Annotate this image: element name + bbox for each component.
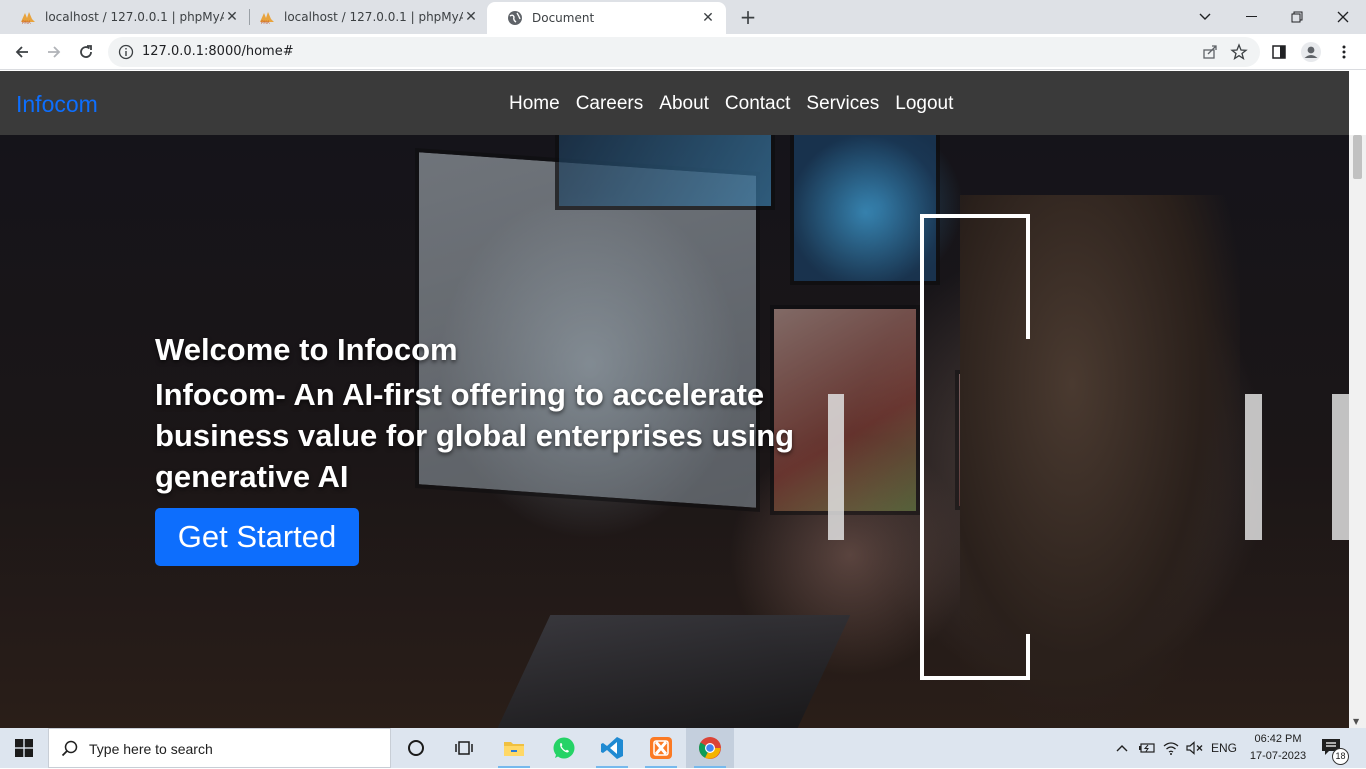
chevron-up-icon (1116, 745, 1128, 752)
arrow-left-icon (15, 46, 28, 58)
svg-text:PMA: PMA (261, 20, 270, 25)
tab-search-button[interactable] (1182, 0, 1228, 34)
site-navbar: Infocom Home Careers About Contact Servi… (0, 71, 1349, 135)
network-button[interactable] (1160, 728, 1182, 768)
brand-logo[interactable]: Infocom (16, 71, 98, 137)
windows-logo-icon (15, 739, 33, 757)
chevron-down-icon (1199, 13, 1211, 20)
keyboard (489, 615, 851, 728)
nav-link-home[interactable]: Home (509, 71, 560, 137)
profile-avatar-icon (1301, 42, 1321, 62)
url-text[interactable]: 127.0.0.1:8000/home# (142, 37, 294, 67)
arrow-right-icon (48, 46, 61, 58)
taskbar-clock[interactable]: 06:42 PM 17-07-2023 (1240, 731, 1316, 765)
forward-button[interactable] (40, 38, 68, 66)
task-view-icon (455, 741, 473, 755)
side-panel-button[interactable] (1267, 40, 1291, 64)
clock-time: 06:42 PM (1254, 733, 1302, 745)
globe-icon (508, 11, 522, 25)
get-started-button[interactable]: Get Started (155, 508, 359, 566)
scrollbar-thumb[interactable] (1353, 135, 1362, 179)
minimize-button[interactable] (1228, 0, 1274, 34)
search-icon (61, 740, 78, 757)
tab-title: localhost / 127.0.0.1 | phpMyAdmin (284, 10, 463, 24)
back-button[interactable] (8, 38, 36, 66)
close-tab-icon[interactable]: ✕ (700, 10, 716, 26)
close-window-button[interactable] (1320, 0, 1366, 34)
hero-welcome-heading: Welcome to Infocom (155, 332, 458, 367)
show-hidden-icons-button[interactable] (1112, 728, 1132, 768)
main-nav: Home Careers About Contact Services Logo… (509, 71, 953, 137)
search-placeholder: Type here to search (89, 741, 213, 757)
xampp-icon (650, 737, 672, 759)
taskbar-search-box[interactable]: Type here to search (48, 728, 391, 768)
notification-count-badge: 18 (1332, 748, 1349, 765)
info-icon[interactable] (118, 44, 134, 60)
nav-link-logout[interactable]: Logout (895, 71, 953, 137)
minimize-icon (1245, 16, 1257, 17)
chrome-button[interactable] (686, 728, 734, 768)
phpmyadmin-icon: PMA (21, 12, 35, 25)
nav-link-careers[interactable]: Careers (576, 71, 644, 137)
kebab-menu-icon (1342, 45, 1346, 59)
tab-title: Document (532, 11, 595, 25)
close-icon (1337, 11, 1349, 23)
volume-muted-icon (1186, 741, 1203, 755)
browser-tab-phpmyadmin-2[interactable]: PMA localhost / 127.0.0.1 | phpMyAdmin ✕ (239, 0, 489, 34)
file-explorer-icon (504, 742, 524, 756)
clock-date: 17-07-2023 (1249, 750, 1307, 762)
tab-strip: PMA localhost / 127.0.0.1 | phpMyAdmin ✕… (0, 0, 1366, 34)
whatsapp-button[interactable] (540, 728, 588, 768)
monitor-screen (555, 135, 775, 210)
carousel-edge-control[interactable] (1332, 394, 1349, 540)
file-explorer-button[interactable] (490, 728, 538, 768)
browser-tab-document[interactable]: Document ✕ (487, 2, 726, 34)
browser-toolbar: 127.0.0.1:8000/home# (0, 34, 1366, 70)
xampp-button[interactable] (637, 728, 685, 768)
new-tab-button[interactable]: + (736, 5, 760, 29)
side-panel-icon (1272, 45, 1286, 59)
task-view-button[interactable] (440, 728, 488, 768)
nav-link-services[interactable]: Services (806, 71, 879, 137)
tab-title: localhost / 127.0.0.1 | phpMyAdmin (45, 10, 224, 24)
address-bar[interactable]: 127.0.0.1:8000/home# (108, 37, 1260, 67)
chrome-icon (699, 737, 721, 759)
page-scrollbar[interactable]: ▼ (1349, 135, 1366, 728)
decorative-bracket (920, 214, 1030, 680)
browser-tab-phpmyadmin-1[interactable]: PMA localhost / 127.0.0.1 | phpMyAdmin ✕ (0, 0, 250, 34)
browser-menu-button[interactable] (1332, 40, 1356, 64)
share-icon[interactable] (1202, 44, 1218, 60)
battery-button[interactable] (1136, 728, 1158, 768)
cortana-button[interactable] (392, 728, 440, 768)
volume-button[interactable] (1184, 728, 1206, 768)
phpmyadmin-icon: PMA (260, 12, 274, 25)
vscode-icon (601, 737, 623, 759)
reload-button[interactable] (72, 38, 100, 66)
monitor-screen (790, 135, 940, 285)
scroll-down-arrow-icon[interactable]: ▼ (1353, 717, 1359, 726)
nav-link-contact[interactable]: Contact (725, 71, 790, 137)
svg-text:PMA: PMA (22, 20, 31, 25)
battery-charging-icon (1139, 743, 1155, 753)
start-button[interactable] (0, 728, 48, 768)
whatsapp-icon (553, 737, 575, 759)
hero-section: Welcome to Infocom Infocom- An AI-first … (0, 135, 1349, 728)
windows-taskbar: Type here to search ENG 06:42 PM 17-07-2… (0, 728, 1366, 768)
hero-tagline: Infocom- An AI-first offering to acceler… (155, 377, 795, 494)
input-language-indicator[interactable]: ENG (1208, 728, 1240, 768)
cortana-icon (408, 740, 424, 756)
close-tab-icon[interactable]: ✕ (224, 9, 240, 25)
close-tab-icon[interactable]: ✕ (463, 9, 479, 25)
wifi-icon (1163, 742, 1179, 755)
restore-icon (1291, 11, 1303, 23)
vscode-button[interactable] (588, 728, 636, 768)
reload-icon (80, 45, 92, 58)
restore-button[interactable] (1274, 0, 1320, 34)
carousel-next-control[interactable] (1245, 394, 1262, 540)
hero-text-block: Welcome to Infocom Infocom- An AI-first … (155, 328, 835, 497)
nav-link-about[interactable]: About (659, 71, 709, 137)
bookmark-star-icon[interactable] (1230, 43, 1248, 61)
profile-button[interactable] (1299, 40, 1323, 64)
